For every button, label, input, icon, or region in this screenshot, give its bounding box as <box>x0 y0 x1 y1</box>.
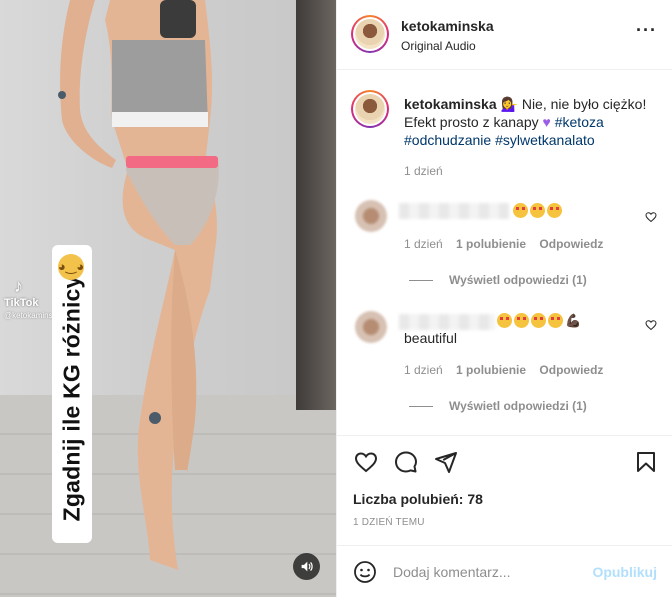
comment-likes[interactable]: 1 polubienie <box>456 237 526 251</box>
heart-eyes-emoji-icon <box>497 313 512 329</box>
caption-username[interactable]: ketokaminska <box>404 96 497 112</box>
comment-emojis: 💪🏿 <box>497 312 581 330</box>
audio-label[interactable]: Original Audio <box>401 39 494 53</box>
view-replies-label: Wyświetl odpowiedzi (1) <box>449 399 587 413</box>
heart-eyes-emoji-icon <box>514 313 529 329</box>
comment-username-blurred <box>399 203 509 219</box>
post-actions: Liczba polubień: 78 1 DZIEŃ TEMU <box>337 435 672 546</box>
speaker-icon <box>301 561 313 572</box>
comment-likes[interactable]: 1 polubienie <box>456 363 526 377</box>
post-media[interactable]: ♪ TikTok @ketokaminska Zgadnij ile KG ró… <box>0 0 336 597</box>
post-timestamp[interactable]: 1 DZIEŃ TEMU <box>353 517 425 528</box>
heart-icon[interactable] <box>354 450 378 474</box>
like-comment-icon[interactable] <box>645 211 657 223</box>
post-header: ketokaminska Original Audio ··· <box>337 0 672 70</box>
view-replies-button[interactable]: Wyświetl odpowiedzi (1) <box>409 273 587 287</box>
share-icon[interactable] <box>434 450 458 474</box>
post-side-panel: ketokaminska Original Audio ··· ketokami… <box>336 0 672 597</box>
comment-meta: 1 dzień 1 polubienie Odpowiedz <box>404 237 603 251</box>
hashtag-ketoza[interactable]: #ketoza <box>555 114 604 130</box>
comment-emojis <box>513 202 564 220</box>
comment-avatar[interactable] <box>355 200 387 232</box>
video-caption-text: Zgadnij ile KG różnicy! <box>58 267 85 521</box>
publish-button[interactable]: Opublikuj <box>592 564 657 580</box>
bookmark-icon[interactable] <box>634 450 658 474</box>
reply-button[interactable]: Odpowiedz <box>539 363 603 377</box>
view-replies-button[interactable]: Wyświetl odpowiedzi (1) <box>409 399 587 413</box>
heart-eyes-emoji-icon <box>547 203 562 219</box>
heart-eyes-emoji-icon <box>513 203 528 219</box>
video-caption-box: Zgadnij ile KG różnicy! <box>52 245 92 543</box>
more-options-icon[interactable]: ··· <box>636 21 657 39</box>
caption-text: ketokaminska 💁‍♀️ Nie, nie było ciężko! … <box>404 95 659 149</box>
comment-username-blurred <box>399 314 495 330</box>
heart-eyes-emoji-icon <box>548 313 563 329</box>
woman-tipping-hand-emoji-icon: 💁‍♀️ <box>500 96 518 112</box>
comment-input[interactable]: Dodaj komentarz... <box>393 564 511 580</box>
face-emoji-icon: ◕‿◕ <box>58 254 84 280</box>
like-comment-icon[interactable] <box>645 319 657 331</box>
comment-meta: 1 dzień 1 polubienie Odpowiedz <box>404 363 603 377</box>
caption-avatar[interactable] <box>351 90 389 128</box>
emoji-picker-icon[interactable] <box>353 560 377 584</box>
caption-time[interactable]: 1 dzień <box>404 164 443 178</box>
header-username[interactable]: ketokaminska <box>401 18 494 34</box>
hashtag-odchudzanie[interactable]: #odchudzanie <box>404 132 491 148</box>
sound-toggle-button[interactable] <box>293 553 320 580</box>
reply-button[interactable]: Odpowiedz <box>539 237 603 251</box>
comment-avatar[interactable] <box>355 311 387 343</box>
heart-eyes-emoji-icon <box>530 203 545 219</box>
view-replies-label: Wyświetl odpowiedzi (1) <box>449 273 587 287</box>
comment-text: beautiful <box>404 330 457 346</box>
heart-eyes-emoji-icon <box>531 313 546 329</box>
tiktok-label: TikTok <box>4 297 39 309</box>
post-dialog: ♪ TikTok @ketokaminska Zgadnij ile KG ró… <box>0 0 672 597</box>
comments-list: ketokaminska 💁‍♀️ Nie, nie było ciężko! … <box>337 70 672 435</box>
profile-avatar[interactable] <box>351 15 389 53</box>
comment-time[interactable]: 1 dzień <box>404 237 443 251</box>
hashtag-sylwetkanalato[interactable]: #sylwetkanalato <box>495 132 595 148</box>
likes-count[interactable]: Liczba polubień: 78 <box>353 491 483 507</box>
purple-heart-emoji-icon: ♥ <box>542 114 551 130</box>
add-comment-bar: Dodaj komentarz... Opublikuj <box>337 545 672 597</box>
flexed-biceps-emoji-icon: 💪🏿 <box>565 312 582 328</box>
comment-icon[interactable] <box>394 450 418 474</box>
comment-time[interactable]: 1 dzień <box>404 363 443 377</box>
